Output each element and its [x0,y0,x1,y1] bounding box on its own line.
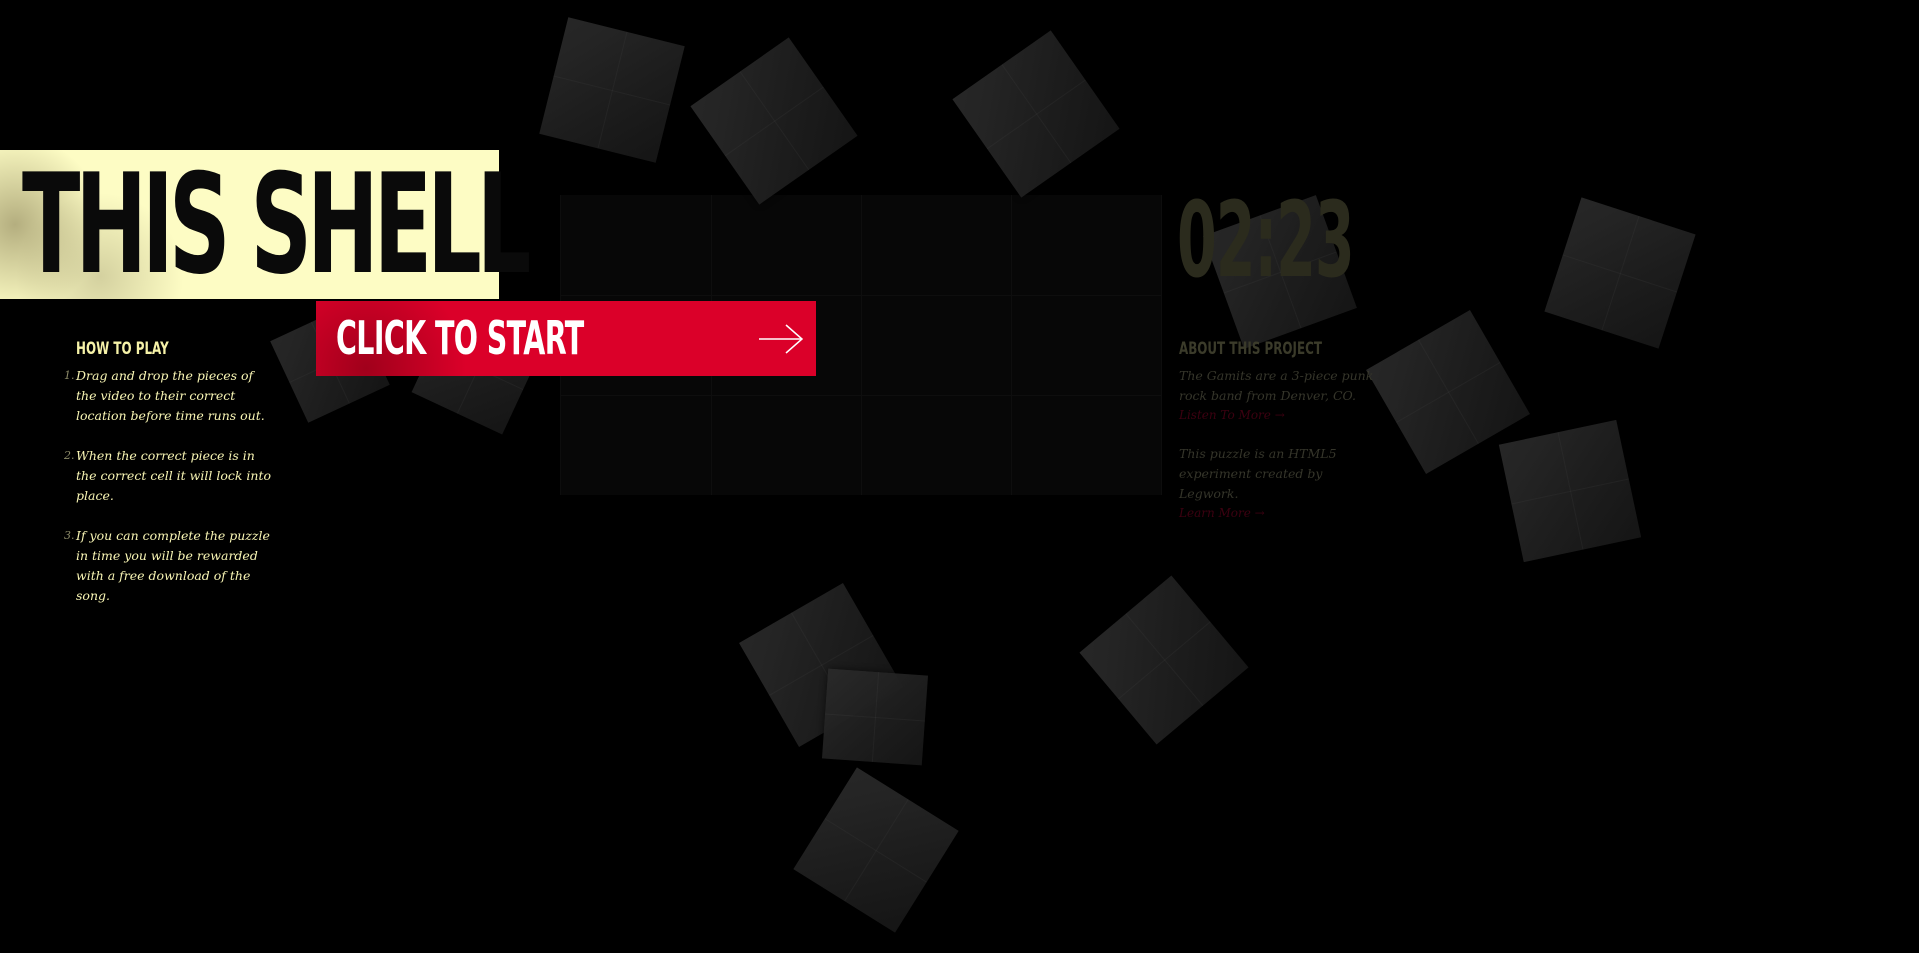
step-text: If you can complete the puzzle in time y… [76,528,270,603]
game-stage: THIS SHELL CLICK TO START HOW TO PLAY 1.… [0,0,1919,953]
learn-more-link[interactable]: Learn More → [1179,504,1379,522]
listen-more-link[interactable]: Listen To More → [1179,406,1379,424]
countdown-timer: 02:23 [1177,179,1355,301]
puzzle-piece[interactable] [690,37,858,205]
puzzle-piece[interactable] [952,30,1120,198]
how-to-play-heading: HOW TO PLAY [76,339,169,359]
about-panel: ABOUT THIS PROJECT The Gamits are a 3-pi… [1179,338,1379,542]
puzzle-piece[interactable] [1079,575,1249,745]
board-gridline [1011,195,1012,495]
step-text: Drag and drop the pieces of the video to… [76,368,265,423]
step-number: 1. [64,369,75,382]
about-project-text: This puzzle is an HTML5 experiment creat… [1179,446,1337,501]
puzzle-piece[interactable] [821,668,929,766]
start-button[interactable]: CLICK TO START [316,301,816,376]
board-gridline [861,195,862,495]
about-band-text: The Gamits are a 3-piece punk rock band … [1179,368,1374,403]
puzzle-piece[interactable] [793,767,959,933]
puzzle-piece[interactable] [539,17,685,163]
instruction-step: 1. Drag and drop the pieces of the video… [64,366,276,426]
instructions-list: 1. Drag and drop the pieces of the video… [61,366,276,606]
step-number: 3. [64,529,75,542]
instruction-step: 2. When the correct piece is in the corr… [64,446,276,506]
puzzle-piece[interactable] [1544,197,1696,349]
title-banner: THIS SHELL [0,150,531,299]
page-title: THIS SHELL [22,144,531,305]
start-button-label: CLICK TO START [336,311,584,365]
how-to-play-panel: HOW TO PLAY 1. Drag and drop the pieces … [61,338,276,626]
step-text: When the correct piece is in the correct… [76,448,272,503]
arrow-right-icon [759,324,804,354]
about-heading: ABOUT THIS PROJECT [1179,339,1322,359]
instruction-step: 3. If you can complete the puzzle in tim… [64,526,276,606]
step-number: 2. [64,449,75,462]
puzzle-piece[interactable] [1498,419,1642,563]
